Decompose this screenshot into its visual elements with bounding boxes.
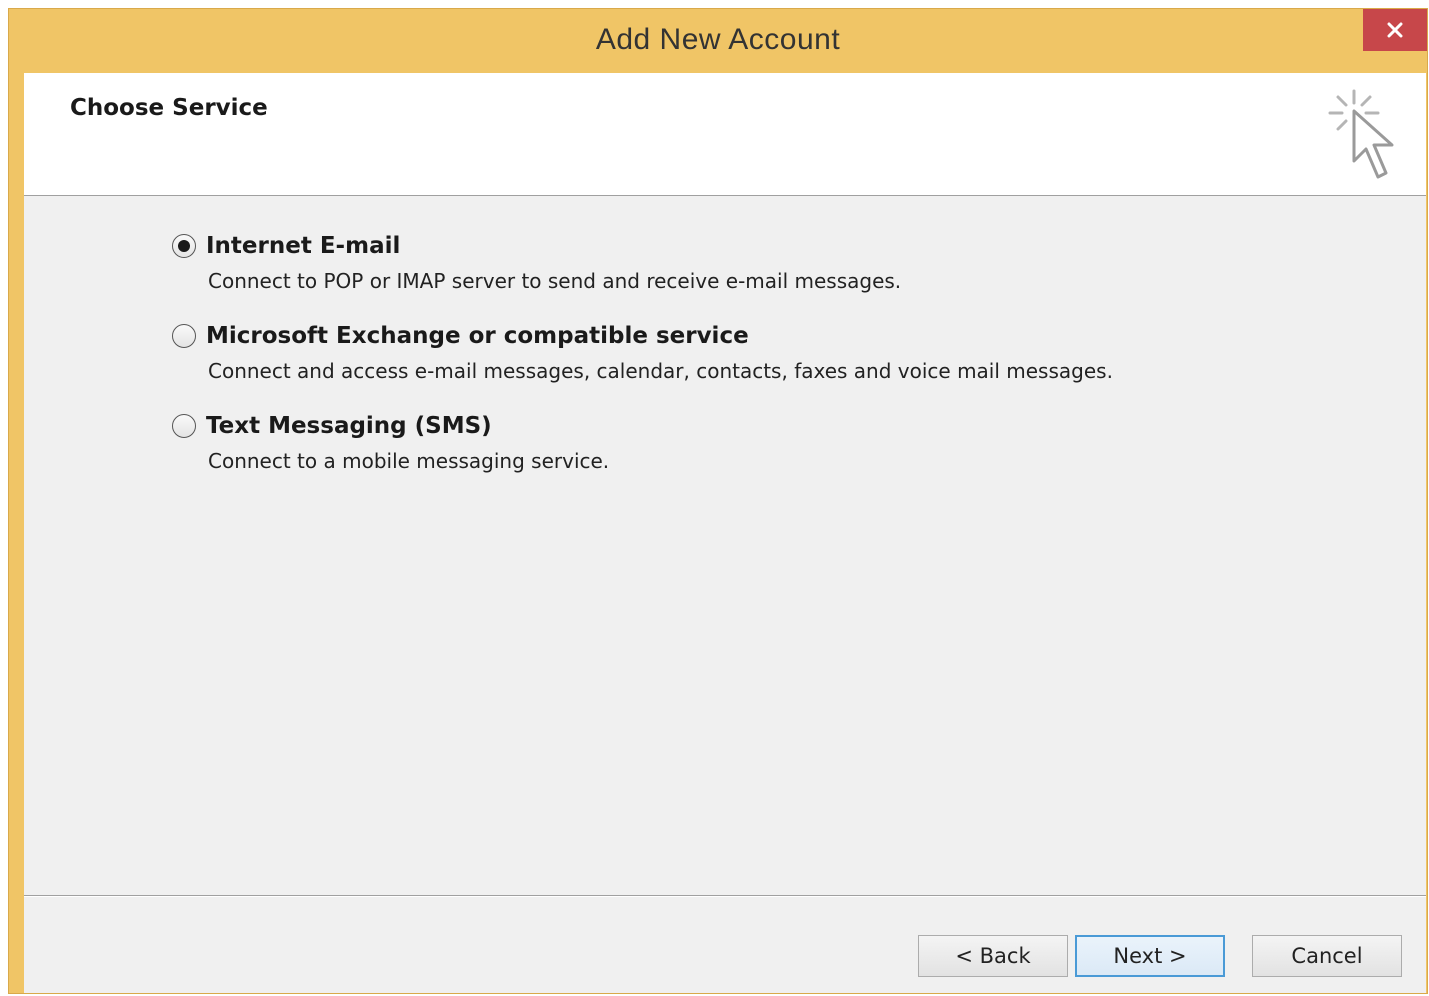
radio-button[interactable] bbox=[172, 324, 196, 348]
close-icon bbox=[1387, 22, 1403, 38]
option-label[interactable]: Text Messaging (SMS) bbox=[206, 413, 492, 439]
wizard-header: Choose Service bbox=[24, 73, 1426, 196]
option-description: Connect to a mobile messaging service. bbox=[208, 449, 610, 473]
option-description: Connect to POP or IMAP server to send an… bbox=[208, 269, 902, 293]
next-button[interactable]: Next > bbox=[1075, 935, 1225, 977]
option-sms: Text Messaging (SMS) Connect to a mobile… bbox=[172, 413, 1113, 503]
title-bar[interactable]: Add New Account bbox=[9, 9, 1427, 73]
option-internet-email: Internet E-mail Connect to POP or IMAP s… bbox=[172, 233, 1113, 323]
back-button[interactable]: < Back bbox=[918, 935, 1068, 977]
footer-divider bbox=[24, 895, 1426, 897]
add-account-window: Add New Account Choose Service Internet … bbox=[8, 8, 1428, 994]
option-label[interactable]: Microsoft Exchange or compatible service bbox=[206, 323, 749, 349]
page-title: Choose Service bbox=[70, 95, 268, 121]
radio-button[interactable] bbox=[172, 414, 196, 438]
radio-button-selected[interactable] bbox=[172, 234, 196, 258]
option-label[interactable]: Internet E-mail bbox=[206, 233, 400, 259]
cancel-button[interactable]: Cancel bbox=[1252, 935, 1402, 977]
radio-internet-email[interactable]: Internet E-mail bbox=[172, 233, 1113, 259]
wizard-cursor-icon bbox=[1328, 89, 1394, 179]
window-title: Add New Account bbox=[595, 23, 841, 56]
radio-sms[interactable]: Text Messaging (SMS) bbox=[172, 413, 1113, 439]
option-description: Connect and access e-mail messages, cale… bbox=[208, 359, 1113, 383]
option-exchange: Microsoft Exchange or compatible service… bbox=[172, 323, 1113, 413]
radio-dot bbox=[178, 240, 190, 252]
service-options: Internet E-mail Connect to POP or IMAP s… bbox=[172, 233, 1113, 503]
radio-exchange[interactable]: Microsoft Exchange or compatible service bbox=[172, 323, 1113, 349]
dialog-body: Choose Service Internet E-mail Connect t… bbox=[24, 73, 1426, 993]
close-button[interactable] bbox=[1363, 9, 1427, 51]
